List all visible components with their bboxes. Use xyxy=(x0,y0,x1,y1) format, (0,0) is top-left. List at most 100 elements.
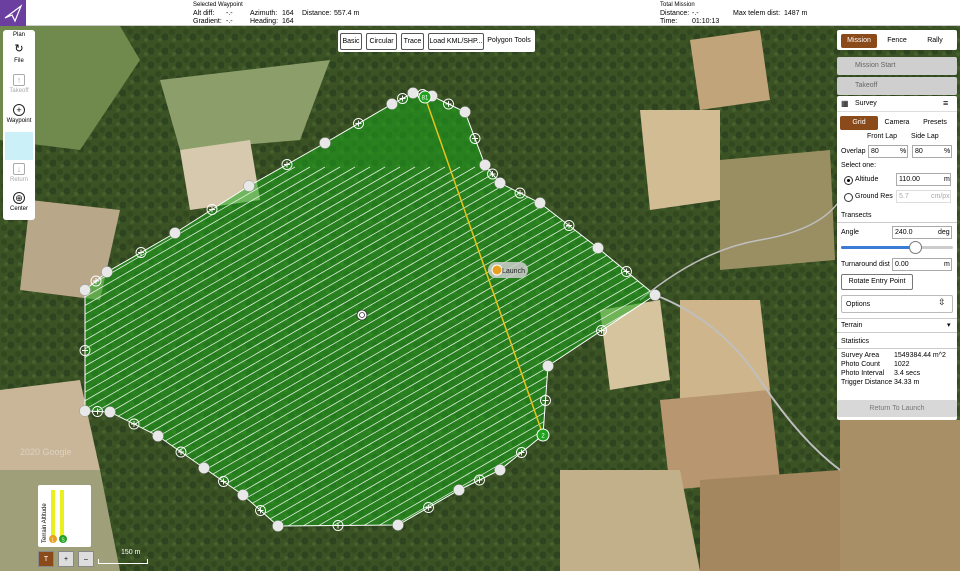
polygon-vertex-handle[interactable] xyxy=(79,405,91,417)
return-to-launch-item[interactable]: Return To Launch xyxy=(837,400,957,417)
turnaround-label: Turnaround dist xyxy=(841,261,890,268)
mission-start-item[interactable]: Mission Start xyxy=(837,57,957,75)
polygon-vertex-handle[interactable] xyxy=(542,360,554,372)
crosshair-icon: ⊕ xyxy=(13,192,25,204)
polygon-vertex-handle[interactable] xyxy=(237,489,249,501)
front-lap-label: Front Lap xyxy=(867,133,897,140)
tab-grid[interactable]: Grid xyxy=(840,116,878,130)
tab-rally[interactable]: Rally xyxy=(917,34,953,48)
distance-label: Distance: xyxy=(302,10,332,17)
survey-editor: ▦ Survey ≡ Grid Camera Presets Front Lap… xyxy=(837,96,957,420)
return-button[interactable]: ↓ Return xyxy=(3,163,35,183)
load-kml-button[interactable]: Load KML/SHP... xyxy=(428,33,484,50)
turnaround-input[interactable]: 0.00 xyxy=(892,258,952,271)
scale-label: 150 m xyxy=(121,549,141,556)
statistics-label: Statistics xyxy=(841,338,870,345)
map-view[interactable]: 81 2 Launch 2020 Google xyxy=(0,26,960,571)
survey-icon: ▦ xyxy=(841,99,849,108)
field xyxy=(700,470,840,571)
polygon-vertex-handle[interactable] xyxy=(494,177,506,189)
distance-value: 557.4 m xyxy=(334,10,360,17)
center-button[interactable]: ⊕ Center xyxy=(3,192,35,212)
polygon-vertex-handle[interactable] xyxy=(101,266,113,278)
polygon-center-handle[interactable] xyxy=(356,309,368,321)
hamburger-menu-icon[interactable]: ≡ xyxy=(943,98,948,108)
polygon-vertex-handle[interactable] xyxy=(459,106,471,118)
ground-res-radio[interactable] xyxy=(844,193,853,202)
max-telem-label: Max telem dist: xyxy=(733,10,781,17)
terrain-section[interactable]: Terrain ▾ xyxy=(837,318,957,333)
map-watermark: 2020 Google xyxy=(20,447,72,457)
polygon-vertex-handle[interactable] xyxy=(272,520,284,532)
polygon-vertex-handle[interactable] xyxy=(243,180,255,192)
trace-button[interactable]: Trace xyxy=(401,33,424,50)
polygon-vertex-handle[interactable] xyxy=(494,464,506,476)
zoom-out-button[interactable]: – xyxy=(78,551,94,567)
waypoint-start-marker[interactable]: 81 xyxy=(418,90,432,104)
takeoff-item[interactable]: Takeoff xyxy=(837,77,957,95)
tab-mission[interactable]: Mission xyxy=(841,34,877,48)
side-lap-label: Side Lap xyxy=(911,133,939,140)
polygon-vertex-handle[interactable] xyxy=(104,406,116,418)
svg-text:81: 81 xyxy=(422,96,429,102)
polygon-vertex-handle[interactable] xyxy=(407,87,419,99)
launch-marker[interactable]: Launch xyxy=(488,262,528,278)
angle-slider-track[interactable] xyxy=(841,241,953,254)
terrain-altitude-chart: L S Terrain Altitude xyxy=(42,490,67,544)
tab-presets[interactable]: Presets xyxy=(916,116,954,130)
side-lap-unit: % xyxy=(944,148,951,155)
polygon-vertex-handle[interactable] xyxy=(386,98,398,110)
basic-button[interactable]: Basic xyxy=(340,33,362,50)
rotate-entry-button[interactable]: Rotate Entry Point xyxy=(841,274,913,290)
waypoint-end-marker[interactable]: 2 xyxy=(536,428,550,442)
polygon-vertex-handle[interactable] xyxy=(649,289,661,301)
gradient-label: Gradient: xyxy=(193,18,222,25)
polygon-tools-button[interactable]: Polygon Tools xyxy=(486,33,532,50)
polygon-vertex-handle[interactable] xyxy=(319,137,331,149)
pattern-button-active[interactable] xyxy=(5,132,33,160)
tab-camera[interactable]: Camera xyxy=(878,116,916,130)
angle-slider-handle[interactable] xyxy=(908,241,922,254)
svg-text:L: L xyxy=(52,538,55,544)
altitude-radio[interactable] xyxy=(844,176,853,185)
polygon-vertex-handle[interactable] xyxy=(592,242,604,254)
polygon-vertex-handle[interactable] xyxy=(392,519,404,531)
map-scale: 150 m xyxy=(96,549,152,567)
map-canvas[interactable]: 81 2 Launch 2020 Google xyxy=(0,26,960,571)
polygon-vertex-handle[interactable] xyxy=(198,462,210,474)
app-logo-button[interactable] xyxy=(0,0,26,26)
polygon-vertex-handle[interactable] xyxy=(479,159,491,171)
takeoff-label: Takeoff xyxy=(9,88,29,94)
circular-button[interactable]: Circular xyxy=(366,33,397,50)
tab-fence[interactable]: Fence xyxy=(879,34,915,48)
heading-label: Heading: xyxy=(250,18,279,25)
stat-label: Survey Area xyxy=(841,352,880,359)
field xyxy=(690,30,770,110)
polygon-vertex-handle[interactable] xyxy=(79,284,91,296)
polygon-vertex-handle[interactable] xyxy=(534,197,546,209)
zoom-in-button[interactable]: + xyxy=(58,551,74,567)
polygon-vertex-handle[interactable] xyxy=(453,484,465,496)
terrain-altitude-widget: L S Terrain Altitude xyxy=(38,485,91,547)
stat-label: Photo Interval xyxy=(841,370,885,377)
terrain-toggle-button[interactable]: T xyxy=(38,551,54,567)
stat-label: Trigger Distance xyxy=(841,379,893,386)
polygon-vertex-handle[interactable] xyxy=(152,430,164,442)
polygon-vertex-handle[interactable] xyxy=(169,227,181,239)
field xyxy=(560,470,700,571)
altitude-input[interactable]: 110.00 xyxy=(896,173,951,186)
takeoff-button[interactable]: ↑ Takeoff xyxy=(3,74,35,94)
options-dropdown[interactable]: Options ⇳ xyxy=(841,295,953,313)
plus-circle-icon: + xyxy=(13,104,25,116)
stat-value: 3.4 secs xyxy=(894,370,921,377)
angle-label: Angle xyxy=(841,229,859,236)
plan-label: Plan xyxy=(12,32,25,38)
svg-text:Launch: Launch xyxy=(502,268,525,275)
return-label: Return xyxy=(9,177,28,183)
file-button[interactable]: ↻ File xyxy=(3,44,35,65)
waypoint-button[interactable]: + Waypoint xyxy=(3,104,35,124)
angle-unit: deg xyxy=(938,229,950,236)
turnaround-unit: m xyxy=(944,261,950,268)
paper-plane-icon xyxy=(4,4,23,23)
options-label: Options xyxy=(846,301,871,308)
